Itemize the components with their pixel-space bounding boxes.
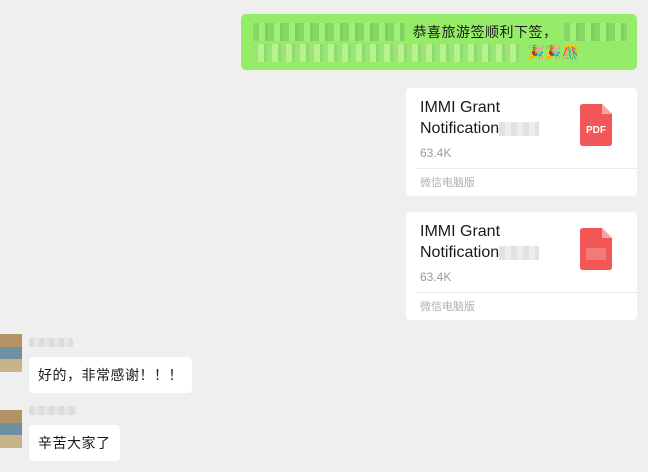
incoming-message-bubble[interactable]: 辛苦大家了 [29, 425, 120, 461]
file-source: 微信电脑版 [420, 300, 475, 313]
outgoing-message-bubble[interactable]: 恭喜旅游签顺利下签， 🎉🎉🎊 [241, 14, 637, 70]
redacted-text [499, 245, 540, 260]
redacted-text [253, 23, 405, 41]
pdf-icon-label: PDF [586, 125, 606, 136]
divider [416, 292, 637, 293]
file-size: 63.4K [420, 146, 452, 160]
file-source: 微信电脑版 [420, 176, 475, 189]
sender-name [29, 338, 73, 347]
file-name: IMMI Grant Notification [420, 97, 570, 139]
file-message-card[interactable]: IMMI Grant Notification 63.4K 微信电脑版 [406, 212, 637, 320]
redacted-text [499, 121, 540, 136]
avatar[interactable] [0, 410, 22, 448]
redacted-text [563, 23, 627, 41]
message-line-2: 🎉🎉🎊 [253, 43, 627, 63]
file-name: IMMI Grant Notification [420, 221, 570, 263]
message-text: 辛苦大家了 [38, 436, 111, 452]
message-text: 恭喜旅游签顺利下签， [412, 25, 558, 41]
redacted-text [253, 44, 521, 62]
file-size: 63.4K [420, 270, 452, 284]
incoming-message-bubble[interactable]: 好的，非常感谢！！！ [29, 357, 192, 393]
pdf-file-icon [580, 228, 612, 270]
party-popper-icon: 🎉🎉🎊 [527, 45, 580, 61]
message-line-1: 恭喜旅游签顺利下签， [253, 22, 627, 42]
divider [416, 168, 637, 169]
message-text: 好的，非常感谢！！！ [38, 368, 183, 384]
file-message-card[interactable]: IMMI Grant Notification 63.4K PDF 微信电脑版 [406, 88, 637, 196]
sender-name [29, 406, 77, 415]
pdf-file-icon: PDF [580, 104, 612, 146]
avatar[interactable] [0, 334, 22, 372]
